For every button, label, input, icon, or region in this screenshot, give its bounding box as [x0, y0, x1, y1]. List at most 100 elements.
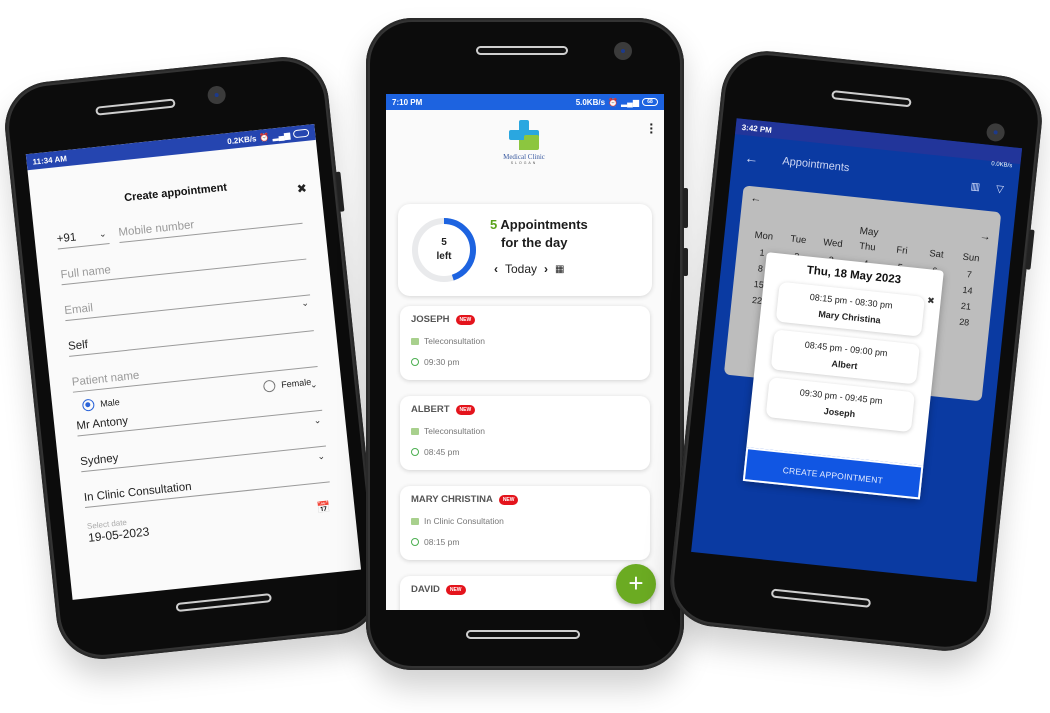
volume-button	[1025, 229, 1035, 270]
status-bar: 7:10 PM 5.0KB/s ⏰ ▂▄▆ 68	[386, 94, 664, 110]
earpiece	[476, 46, 568, 55]
weekday: Sat	[928, 248, 945, 261]
clinic-icon	[411, 337, 419, 345]
ring-text: left	[436, 251, 452, 262]
screen: 7:10 PM 5.0KB/s ⏰ ▂▄▆ 68 Medical Clinic …	[386, 94, 664, 610]
showcase-stage: 11:34 AM 0.2KB/s ⏰ ▂▄▆ ✖ Create appointm…	[0, 0, 1050, 713]
appbar-actions: ▥ ▽	[970, 181, 1004, 195]
more-options-icon[interactable]: · · ·	[649, 117, 654, 139]
appointment-list: JOSEPH NEW Teleconsultation 09:30 pm ALBE…	[386, 306, 664, 610]
calendar-day[interactable]: 7	[951, 268, 987, 282]
screen: 3:42 PM ← Appointments 0.0KB/s ▥ ▽ ← → M…	[691, 118, 1023, 582]
appointment-card[interactable]: MARY CHRISTINA NEW In Clinic Consultation…	[400, 486, 650, 560]
new-badge: NEW	[445, 584, 466, 595]
appointment-card[interactable]: DAVID NEW	[400, 576, 650, 610]
status-time: 7:10 PM	[392, 97, 423, 107]
calendar-icon[interactable]: ▦	[555, 264, 564, 275]
create-appointment-button[interactable]: CREATE APPOINTMENT	[742, 447, 924, 500]
calendar-day[interactable]: 28	[946, 315, 982, 329]
bottom-speaker	[466, 630, 580, 639]
appointments-summary-title: 5 Appointments for the day	[490, 216, 588, 252]
view-toggle-icon[interactable]: ▥	[970, 181, 981, 193]
next-month-arrow-icon[interactable]: →	[979, 230, 991, 243]
network-speed: 5.0KB/s	[575, 97, 606, 107]
earpiece	[95, 98, 176, 116]
status-time: 3:42 PM	[741, 122, 773, 135]
new-badge: NEW	[498, 494, 519, 505]
appointment-time: 09:30 pm	[424, 357, 460, 367]
app-header: Medical Clinic SLOGAN · · ·	[386, 110, 664, 194]
clock-icon	[411, 358, 419, 366]
alarm-icon: ⏰	[608, 97, 619, 107]
radio-male[interactable]: Male	[81, 396, 121, 412]
clinic-logo: Medical Clinic SLOGAN	[490, 120, 558, 165]
summary-card: 5 left 5 Appointments for the day ‹ Toda…	[398, 204, 652, 296]
chevron-left-icon[interactable]: ‹	[494, 262, 498, 276]
front-camera	[614, 42, 632, 60]
weekday: Sun	[962, 251, 980, 265]
chevron-down-icon: ⌄	[316, 450, 326, 462]
phone-calendar-view: 3:42 PM ← Appointments 0.0KB/s ▥ ▽ ← → M…	[665, 46, 1047, 656]
consultation-type: Teleconsultation	[424, 336, 485, 346]
status-icons: 5.0KB/s ⏰ ▂▄▆ 68	[576, 98, 658, 107]
power-button	[683, 248, 688, 276]
close-icon[interactable]: ✖	[927, 295, 936, 307]
screen: 11:34 AM 0.2KB/s ⏰ ▂▄▆ ✖ Create appointm…	[25, 123, 362, 600]
time-slot-card[interactable]: 09:30 pm - 09:45 pm Joseph	[765, 377, 915, 433]
title-line2: for the day	[501, 235, 568, 250]
radio-checked-icon	[81, 398, 95, 412]
relation-value: Self	[67, 338, 89, 353]
radio-unchecked-icon	[262, 379, 276, 393]
signal-icon: ▂▄▆	[271, 130, 291, 141]
consultation-type: In Clinic Consultation	[424, 516, 504, 526]
new-badge: NEW	[455, 314, 476, 325]
close-icon[interactable]: ✖	[296, 181, 307, 196]
add-appointment-button[interactable]: +	[616, 564, 656, 604]
appointment-time: 08:15 pm	[424, 537, 460, 547]
consultation-type: Teleconsultation	[424, 426, 485, 436]
time-slot-card[interactable]: 08:15 pm - 08:30 pm Mary Christina	[775, 281, 926, 337]
appointment-card[interactable]: JOSEPH NEW Teleconsultation 09:30 pm	[400, 306, 650, 380]
signal-icon: ▂▄▆	[621, 97, 639, 107]
earpiece	[831, 90, 912, 108]
patient-name: JOSEPH	[411, 314, 450, 325]
weekday: Wed	[822, 237, 844, 250]
create-appointment-form: ✖ Create appointment +91 ⌄ Mobile number…	[31, 172, 356, 547]
appointment-count: 5	[490, 217, 498, 232]
date-label: Today	[505, 262, 538, 276]
form-title: Create appointment	[123, 181, 228, 205]
city-value: Sydney	[79, 452, 120, 469]
appbar-title: Appointments	[781, 155, 850, 175]
bottom-speaker	[770, 588, 872, 608]
volume-button	[683, 188, 688, 228]
radio-label: Female	[280, 376, 312, 390]
filter-icon[interactable]: ▽	[995, 184, 1004, 196]
radio-female[interactable]: Female	[262, 376, 312, 393]
ring-label: 5 left	[410, 216, 478, 284]
weekday: Fri	[895, 244, 909, 257]
calendar-icon[interactable]: 📅	[316, 500, 331, 514]
weekday: Mon	[754, 229, 774, 243]
status-time: 11:34 AM	[32, 153, 68, 167]
chevron-down-icon: ⌄	[313, 414, 322, 426]
alarm-icon: ⏰	[258, 132, 270, 143]
country-code-value: +91	[56, 231, 77, 246]
time-slot-card[interactable]: 08:45 pm - 09:00 pm Albert	[770, 329, 921, 385]
date-navigator: ‹ Today › ▦	[494, 262, 564, 276]
battery-icon: 68	[642, 98, 658, 106]
weekday: Thu	[858, 240, 877, 254]
calendar-day[interactable]: 21	[948, 299, 984, 313]
new-badge: NEW	[455, 404, 476, 415]
network-speed: 0.0KB/s	[990, 161, 1013, 170]
back-arrow-icon[interactable]: ←	[744, 149, 760, 166]
name-value: Mr Antony	[75, 415, 129, 433]
chevron-right-icon[interactable]: ›	[544, 262, 548, 276]
front-camera	[206, 85, 227, 105]
chevron-down-icon: ⌄	[300, 297, 310, 309]
calendar-day[interactable]: 14	[950, 284, 986, 298]
patient-name: DAVID	[411, 584, 440, 595]
appointment-card[interactable]: ALBERT NEW Teleconsultation 08:45 pm	[400, 396, 650, 470]
battery-icon	[292, 128, 310, 139]
clock-icon	[411, 538, 419, 546]
status-icons: 0.2KB/s ⏰ ▂▄▆	[227, 128, 310, 146]
